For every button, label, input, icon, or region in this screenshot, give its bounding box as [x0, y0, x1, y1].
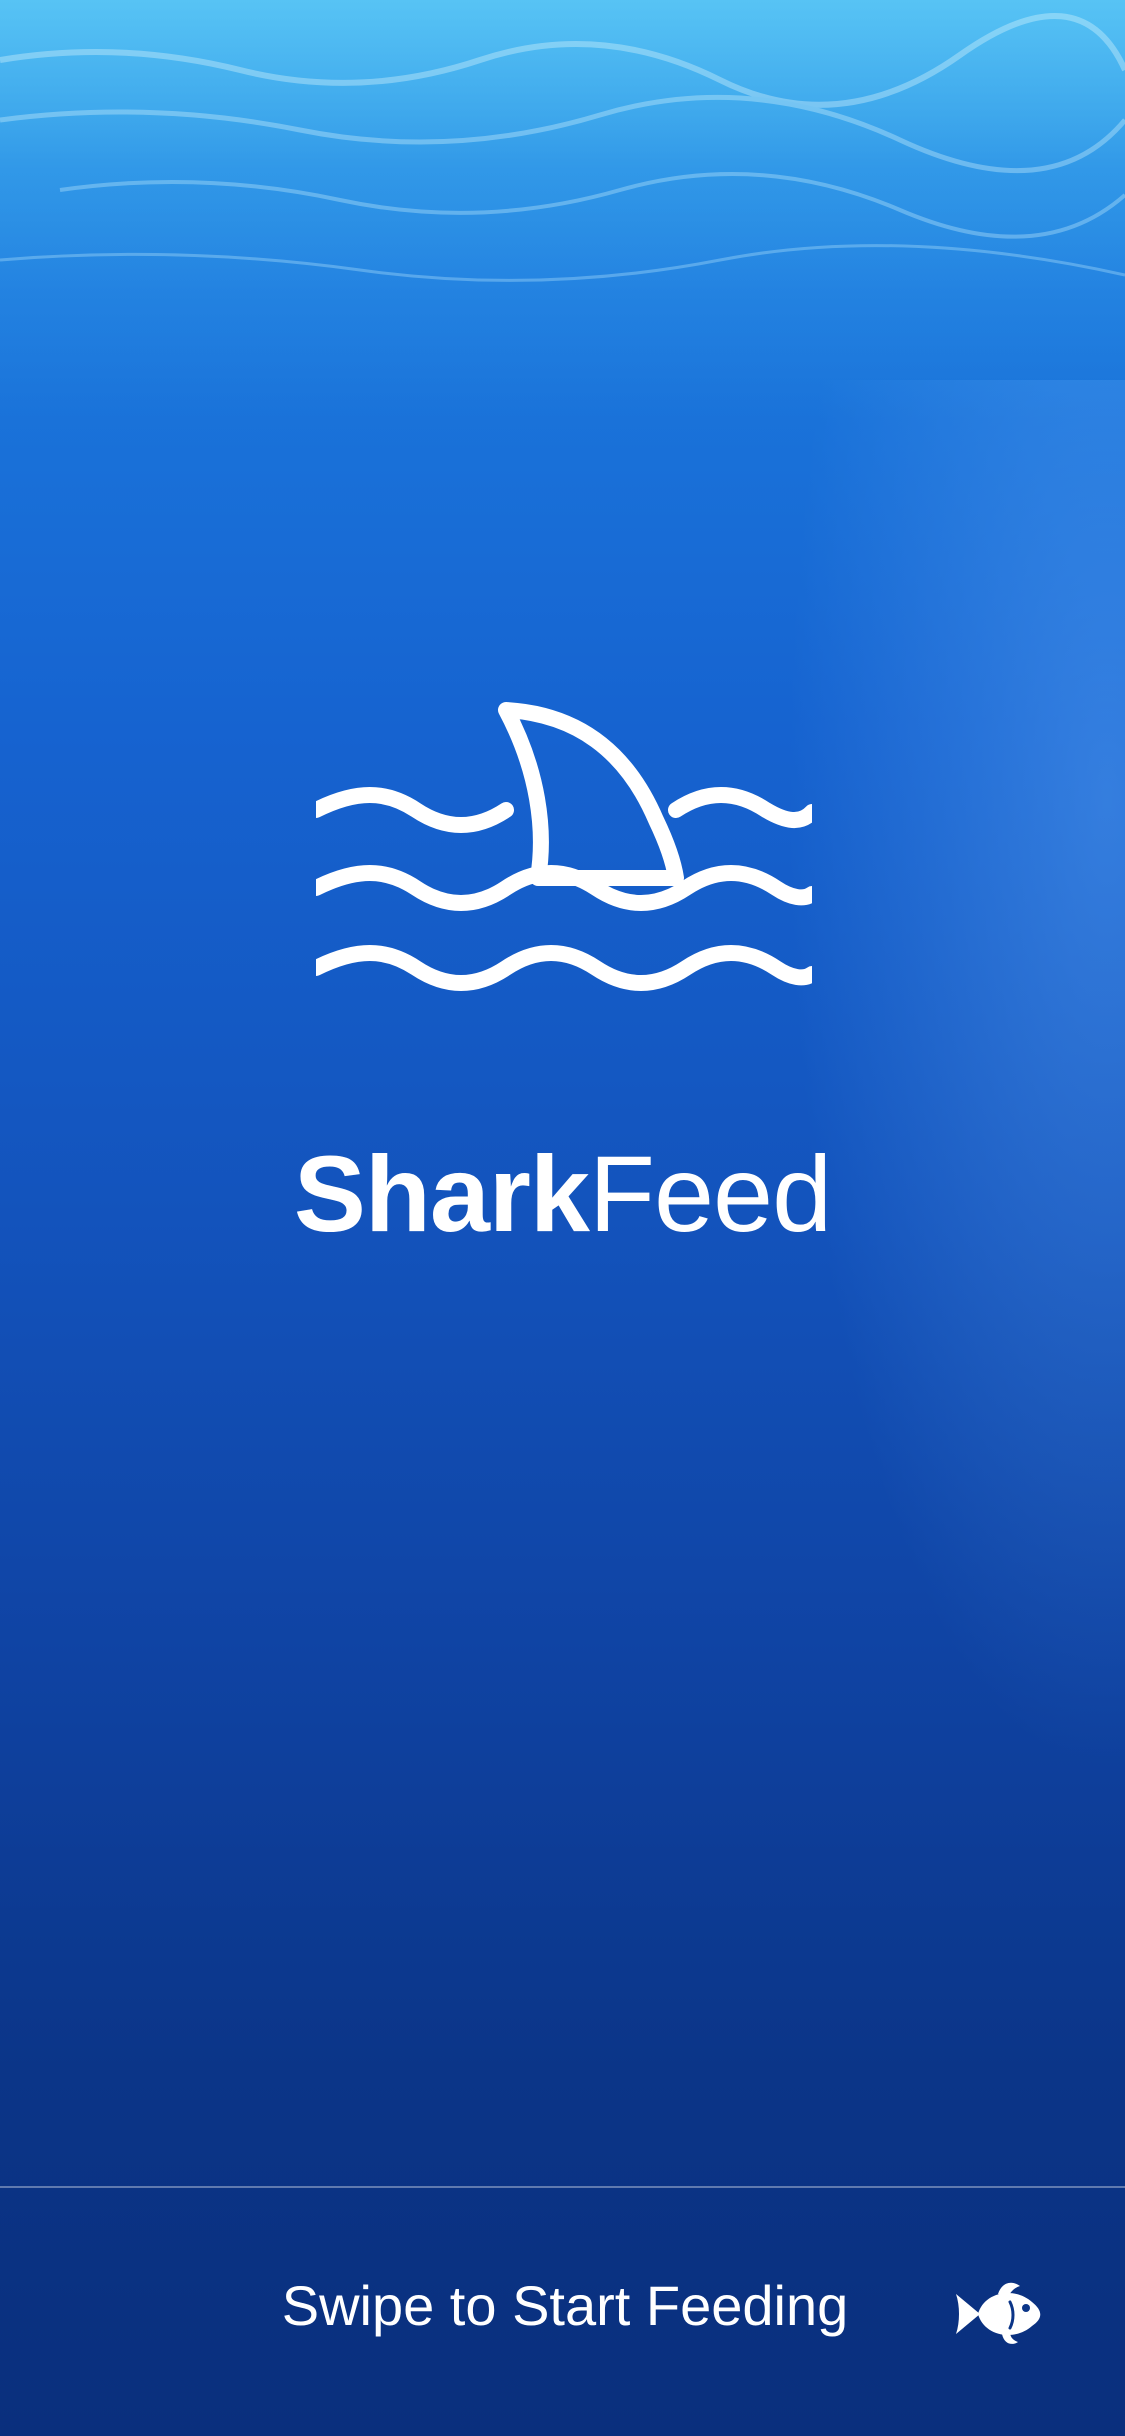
splash-screen: SharkFeed Swipe to Start Feeding — [0, 0, 1125, 2436]
swipe-label: Swipe to Start Feeding — [281, 2274, 849, 2337]
fish-icon[interactable] — [950, 2278, 1046, 2350]
water-surface-shimmer — [0, 13, 1125, 282]
light-ray — [785, 380, 1125, 1780]
app-title-bold: Shark — [293, 1133, 590, 1254]
shark-fin-waves-icon — [316, 702, 812, 991]
app-title-light: Feed — [589, 1133, 832, 1254]
app-title: SharkFeed — [0, 1140, 1125, 1248]
